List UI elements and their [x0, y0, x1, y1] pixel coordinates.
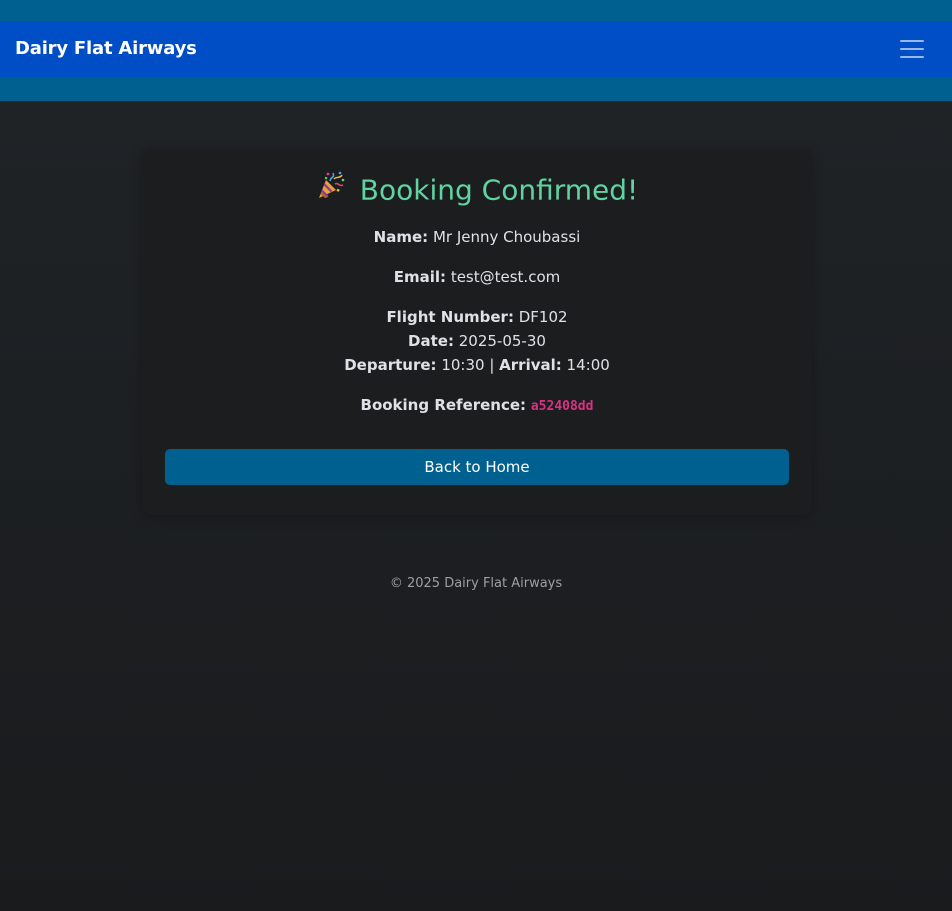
name-value: Mr Jenny Choubassi [432, 228, 581, 246]
booking-reference-label: Booking Reference: [360, 396, 527, 414]
arrival-value: 14:00 [566, 356, 610, 374]
navbar-brand[interactable]: Dairy Flat Airways [15, 38, 197, 59]
page-title: Booking Confirmed! [142, 170, 812, 210]
flight-number-row: Flight Number: DF102 [142, 305, 812, 329]
departure-value: 10:30 [441, 356, 485, 374]
confirmation-card: Booking Confirmed! Name: Mr Jenny Chouba… [142, 149, 812, 515]
back-to-home-button[interactable]: Back to Home [165, 449, 789, 485]
party-popper-icon [316, 170, 346, 207]
booking-reference-code: a52408dd [530, 399, 594, 414]
flight-number-value: DF102 [518, 308, 568, 326]
flight-number-label: Flight Number: [386, 308, 514, 326]
hamburger-menu-icon[interactable] [898, 37, 926, 61]
times-separator: | [489, 356, 495, 374]
name-row: Name: Mr Jenny Choubassi [142, 225, 812, 249]
heading-text: Booking Confirmed! [359, 173, 639, 207]
times-row: Departure: 10:30 | Arrival: 14:00 [142, 353, 812, 377]
arrival-label: Arrival: [499, 356, 562, 374]
date-value: 2025-05-30 [458, 332, 546, 350]
name-label: Name: [373, 228, 429, 246]
navbar: Dairy Flat Airways [0, 21, 952, 77]
footer-copyright: © 2025 Dairy Flat Airways [389, 576, 563, 591]
departure-label: Departure: [344, 356, 437, 374]
date-label: Date: [408, 332, 454, 350]
booking-reference-row: Booking Reference: a52408dd [142, 393, 812, 419]
email-row: Email: test@test.com [142, 265, 812, 289]
email-label: Email: [393, 268, 447, 286]
email-value: test@test.com [450, 268, 561, 286]
date-row: Date: 2025-05-30 [142, 329, 812, 353]
